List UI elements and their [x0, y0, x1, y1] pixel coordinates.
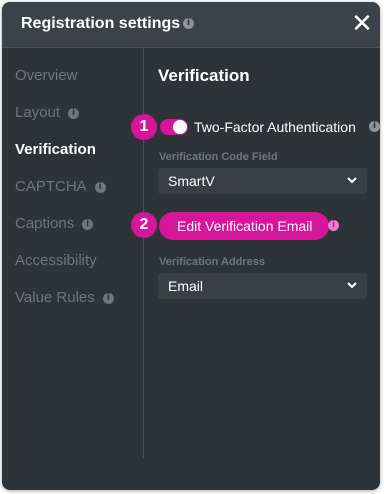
sidebar-item-label: Accessibility	[15, 252, 97, 269]
info-icon[interactable]: i	[369, 121, 380, 132]
toggle-knob	[173, 120, 187, 134]
panel-title: Registration settings	[21, 15, 181, 32]
sidebar-item-label: CAPTCHA	[15, 178, 87, 195]
settings-sidebar: Overview Layout i Verification CAPTCHA i C…	[2, 48, 143, 458]
two-factor-label: Two-Factor Authentication	[194, 119, 356, 135]
sidebar-item-overview[interactable]: Overview	[15, 67, 78, 84]
selected-value: Email	[168, 278, 204, 294]
close-icon[interactable]: ✕	[350, 10, 374, 36]
chevron-down-icon	[347, 282, 357, 289]
verification-address-label: Verification Address	[159, 256, 265, 268]
info-icon: i	[68, 108, 80, 119]
edit-verification-email-button[interactable]: Edit Verification Email i	[159, 212, 339, 240]
button-label: Edit Verification Email	[177, 218, 313, 234]
sidebar-item-label: Captions	[15, 215, 75, 232]
sidebar-item-captcha[interactable]: CAPTCHA i	[15, 178, 106, 195]
sidebar-item-label: Value Rules	[15, 289, 95, 306]
sidebar-item-accessibility[interactable]: Accessibility	[15, 252, 97, 269]
sidebar-item-captions[interactable]: Captions i	[15, 215, 94, 232]
info-icon: i	[82, 219, 94, 230]
sidebar-item-value-rules[interactable]: Value Rules i	[15, 289, 114, 306]
panel-header: Registration settings i ✕	[2, 2, 380, 48]
chevron-down-icon	[347, 177, 357, 184]
info-icon: i	[102, 293, 114, 304]
verification-code-field-select[interactable]: SmartV	[158, 168, 367, 194]
sidebar-item-verification[interactable]: Verification	[15, 141, 96, 158]
registration-settings-panel: Registration settings i ✕ Overview Layou…	[2, 2, 380, 490]
sidebar-item-label: Layout	[15, 104, 61, 121]
info-icon[interactable]: i	[183, 18, 194, 29]
verification-code-field-label: Verification Code Field	[159, 151, 278, 163]
two-factor-toggle[interactable]	[160, 119, 188, 135]
info-icon: i	[328, 220, 339, 231]
verification-address-select[interactable]: Email	[158, 273, 367, 299]
sidebar-item-label: Overview	[15, 67, 78, 84]
sidebar-item-label: Verification	[15, 141, 96, 158]
info-icon: i	[94, 182, 106, 193]
step-badge-2: 2	[131, 212, 157, 238]
selected-value: SmartV	[168, 173, 215, 189]
section-title: Verification	[158, 66, 250, 85]
sidebar-item-layout[interactable]: Layout i	[15, 104, 80, 121]
sidebar-divider	[143, 48, 144, 458]
step-badge-1: 1	[131, 114, 157, 140]
